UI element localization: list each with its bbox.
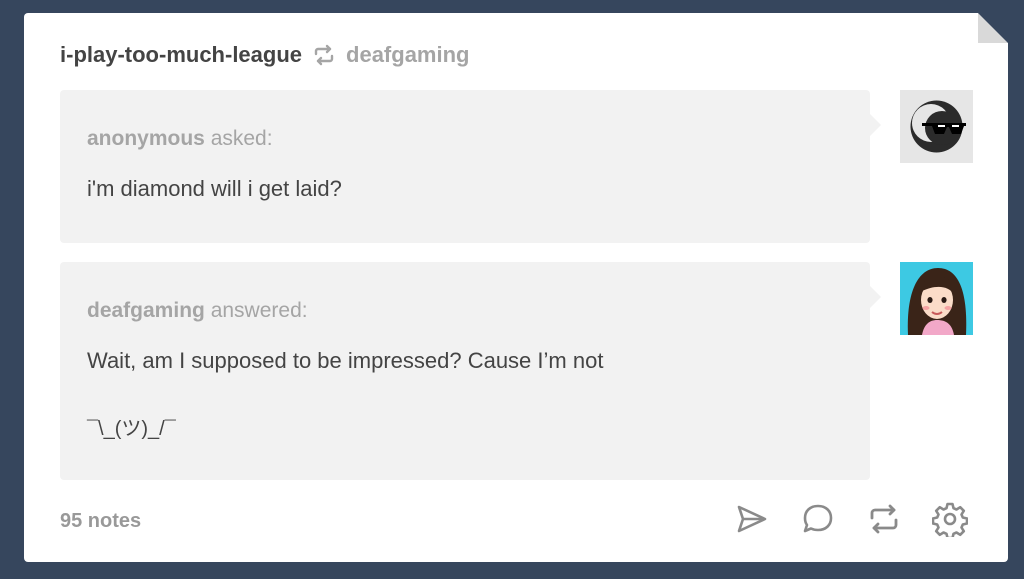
reblogged-from-link[interactable]: deafgaming [346,42,469,68]
anonymous-avatar[interactable] [900,90,973,163]
send-icon[interactable] [734,501,770,537]
answer-meta: deafgaming answered: [87,299,308,323]
gear-icon[interactable] [932,501,968,537]
post-header: i-play-too-much-league deafgaming [60,41,469,69]
comment-icon[interactable] [800,501,836,537]
asker-name: anonymous [87,127,205,150]
ask-question: i'm diamond will i get laid? [87,176,342,201]
reblog-icon [312,43,336,67]
corner-fold [978,13,1008,43]
answered-label: answered: [210,299,308,322]
notes-count[interactable]: 95 notes [60,510,141,533]
answerer-name[interactable]: deafgaming [87,299,205,322]
answer-line-1: Wait, am I supposed to be impressed? Cau… [87,348,604,373]
ask-bubble: anonymous asked: i'm diamond will i get … [60,90,881,243]
answer-bubble: deafgaming answered: Wait, am I supposed… [60,262,881,480]
asked-label: asked: [210,127,273,150]
answer-shrug: ¯\_(ツ)_/¯ [87,418,176,440]
post-actions [734,501,968,537]
answerer-avatar[interactable] [900,262,973,335]
post-card: i-play-too-much-league deafgaming anonym… [24,13,1008,562]
reblog-icon[interactable] [866,501,902,537]
post-author-link[interactable]: i-play-too-much-league [60,42,302,68]
ask-meta: anonymous asked: [87,127,273,151]
